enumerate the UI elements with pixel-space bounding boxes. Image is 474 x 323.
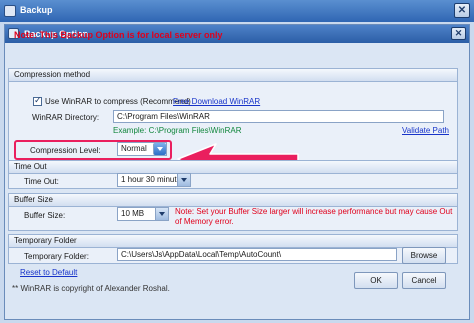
temporary-folder-label: Temporary Folder: xyxy=(24,252,89,261)
buffer-size-group-header: Buffer Size xyxy=(9,194,457,207)
winrar-copyright-text: ** WinRAR is copyright of Alexander Rosh… xyxy=(12,284,170,293)
use-winrar-label: Use WinRAR to compress (Recommend) xyxy=(45,97,191,106)
browse-button[interactable]: Browse xyxy=(402,247,446,264)
buffer-size-value: 10 MB xyxy=(121,209,145,218)
use-winrar-checkbox[interactable] xyxy=(33,95,42,106)
time-out-group-header: Time Out xyxy=(9,161,457,174)
compression-group-header: Compression method xyxy=(9,69,457,82)
winrar-directory-input[interactable]: C:\Program Files\WinRAR xyxy=(113,110,444,123)
outer-window-title: Backup xyxy=(20,5,53,15)
outer-close-button[interactable]: ✕ xyxy=(454,3,470,18)
dialog-close-button[interactable]: ✕ xyxy=(451,27,466,40)
reset-to-default-link[interactable]: Reset to Default xyxy=(20,268,77,277)
winrar-directory-label: WinRAR Directory: xyxy=(32,113,100,122)
ok-button[interactable]: OK xyxy=(354,272,398,289)
cancel-button[interactable]: Cancel xyxy=(402,272,446,289)
chevron-down-icon[interactable] xyxy=(177,174,190,186)
validate-path-link[interactable]: Validate Path xyxy=(402,126,449,135)
time-out-select[interactable]: 1 hour 30 minutes xyxy=(117,173,191,187)
buffer-size-select[interactable]: 10 MB xyxy=(117,207,169,221)
local-server-note: Note: This Backup Option is for local se… xyxy=(14,30,223,40)
time-out-label: Time Out: xyxy=(24,177,59,186)
time-out-value: 1 hour 30 minutes xyxy=(121,175,186,184)
app-icon xyxy=(4,5,16,17)
temporary-folder-input[interactable]: C:\Users\Js\AppData\Local\Temp\AutoCount… xyxy=(117,248,397,261)
annotation-highlight-box xyxy=(14,140,172,160)
time-out-group: Time Out xyxy=(8,160,458,189)
temporary-folder-group-header: Temporary Folder xyxy=(9,235,457,248)
download-winrar-link[interactable]: Free Download WinRAR xyxy=(173,97,260,106)
buffer-size-note: Note: Set your Buffer Size larger will i… xyxy=(175,207,453,226)
buffer-size-label: Buffer Size: xyxy=(24,211,66,220)
chevron-down-icon[interactable] xyxy=(155,208,168,220)
outer-window-titlebar: Backup ✕ xyxy=(0,0,474,22)
directory-example-text: Example: C:\Program Files\WinRAR xyxy=(113,126,242,135)
